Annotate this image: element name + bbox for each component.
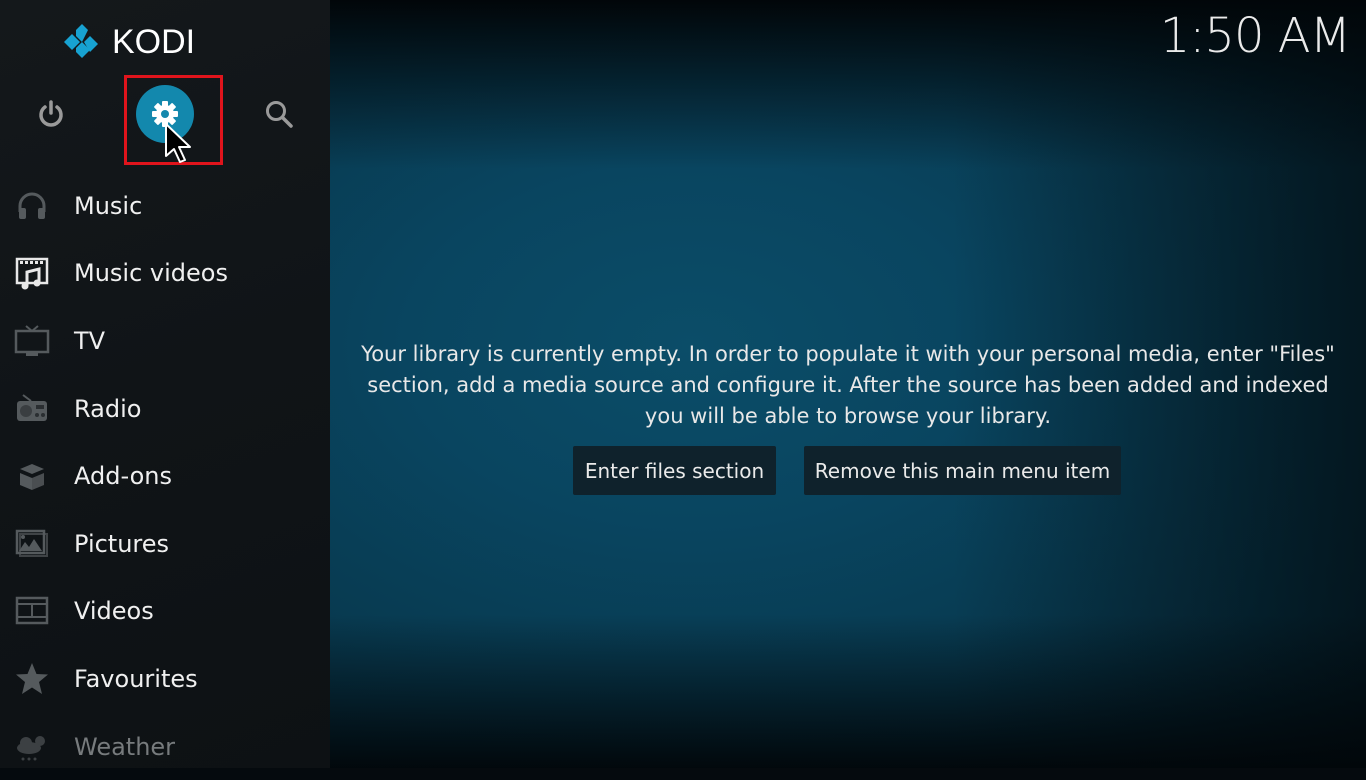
sidebar-item-label: Videos [74, 597, 154, 626]
addons-box-icon [13, 457, 51, 495]
sidebar-item-favourites[interactable]: Favourites [0, 645, 330, 713]
headphones-icon [13, 187, 51, 225]
sidebar-item-label: Music [74, 191, 143, 220]
remove-menu-item-button[interactable]: Remove this main menu item [804, 446, 1121, 495]
sidebar-item-videos[interactable]: Videos [0, 578, 330, 646]
sidebar-item-music-videos[interactable]: Music videos [0, 240, 330, 308]
main-menu: Music Music videos TV Radio Add-ons Pict… [0, 172, 330, 780]
sidebar-item-music[interactable]: Music [0, 172, 330, 240]
music-video-icon [13, 254, 51, 292]
logo-text: KODI [112, 22, 196, 61]
sidebar-item-radio[interactable]: Radio [0, 375, 330, 443]
weather-icon [13, 728, 51, 766]
film-icon [13, 592, 51, 630]
kodi-logo-icon [64, 24, 98, 58]
sidebar-item-label: Favourites [74, 664, 198, 693]
sidebar-item-label: Music videos [74, 259, 228, 288]
sidebar-item-weather[interactable]: Weather [0, 713, 330, 780]
kodi-logo: KODI [62, 22, 195, 62]
tv-icon [13, 322, 51, 360]
clock: 1:50 AM [1159, 8, 1351, 64]
sidebar-item-label: Radio [74, 394, 142, 423]
mouse-cursor-icon [165, 123, 191, 163]
sidebar-item-label: Pictures [74, 529, 170, 558]
sidebar-item-label: Weather [74, 732, 176, 761]
search-button[interactable] [250, 85, 308, 143]
power-button[interactable] [22, 85, 80, 143]
pictures-icon [13, 525, 51, 563]
sidebar-item-pictures[interactable]: Pictures [0, 510, 330, 578]
radio-icon [13, 390, 51, 428]
sidebar: KODI Music Music videos TV Radio Add-ons… [0, 0, 330, 768]
search-icon [266, 101, 293, 128]
star-icon [13, 660, 51, 698]
enter-files-section-button[interactable]: Enter files section [573, 446, 776, 495]
sidebar-item-label: TV [74, 326, 106, 355]
sidebar-item-addons[interactable]: Add-ons [0, 442, 330, 510]
empty-library-message: Your library is currently empty. In orde… [361, 342, 1335, 428]
sidebar-item-tv[interactable]: TV [0, 307, 330, 375]
power-icon [39, 100, 63, 127]
sidebar-item-label: Add-ons [74, 462, 172, 491]
